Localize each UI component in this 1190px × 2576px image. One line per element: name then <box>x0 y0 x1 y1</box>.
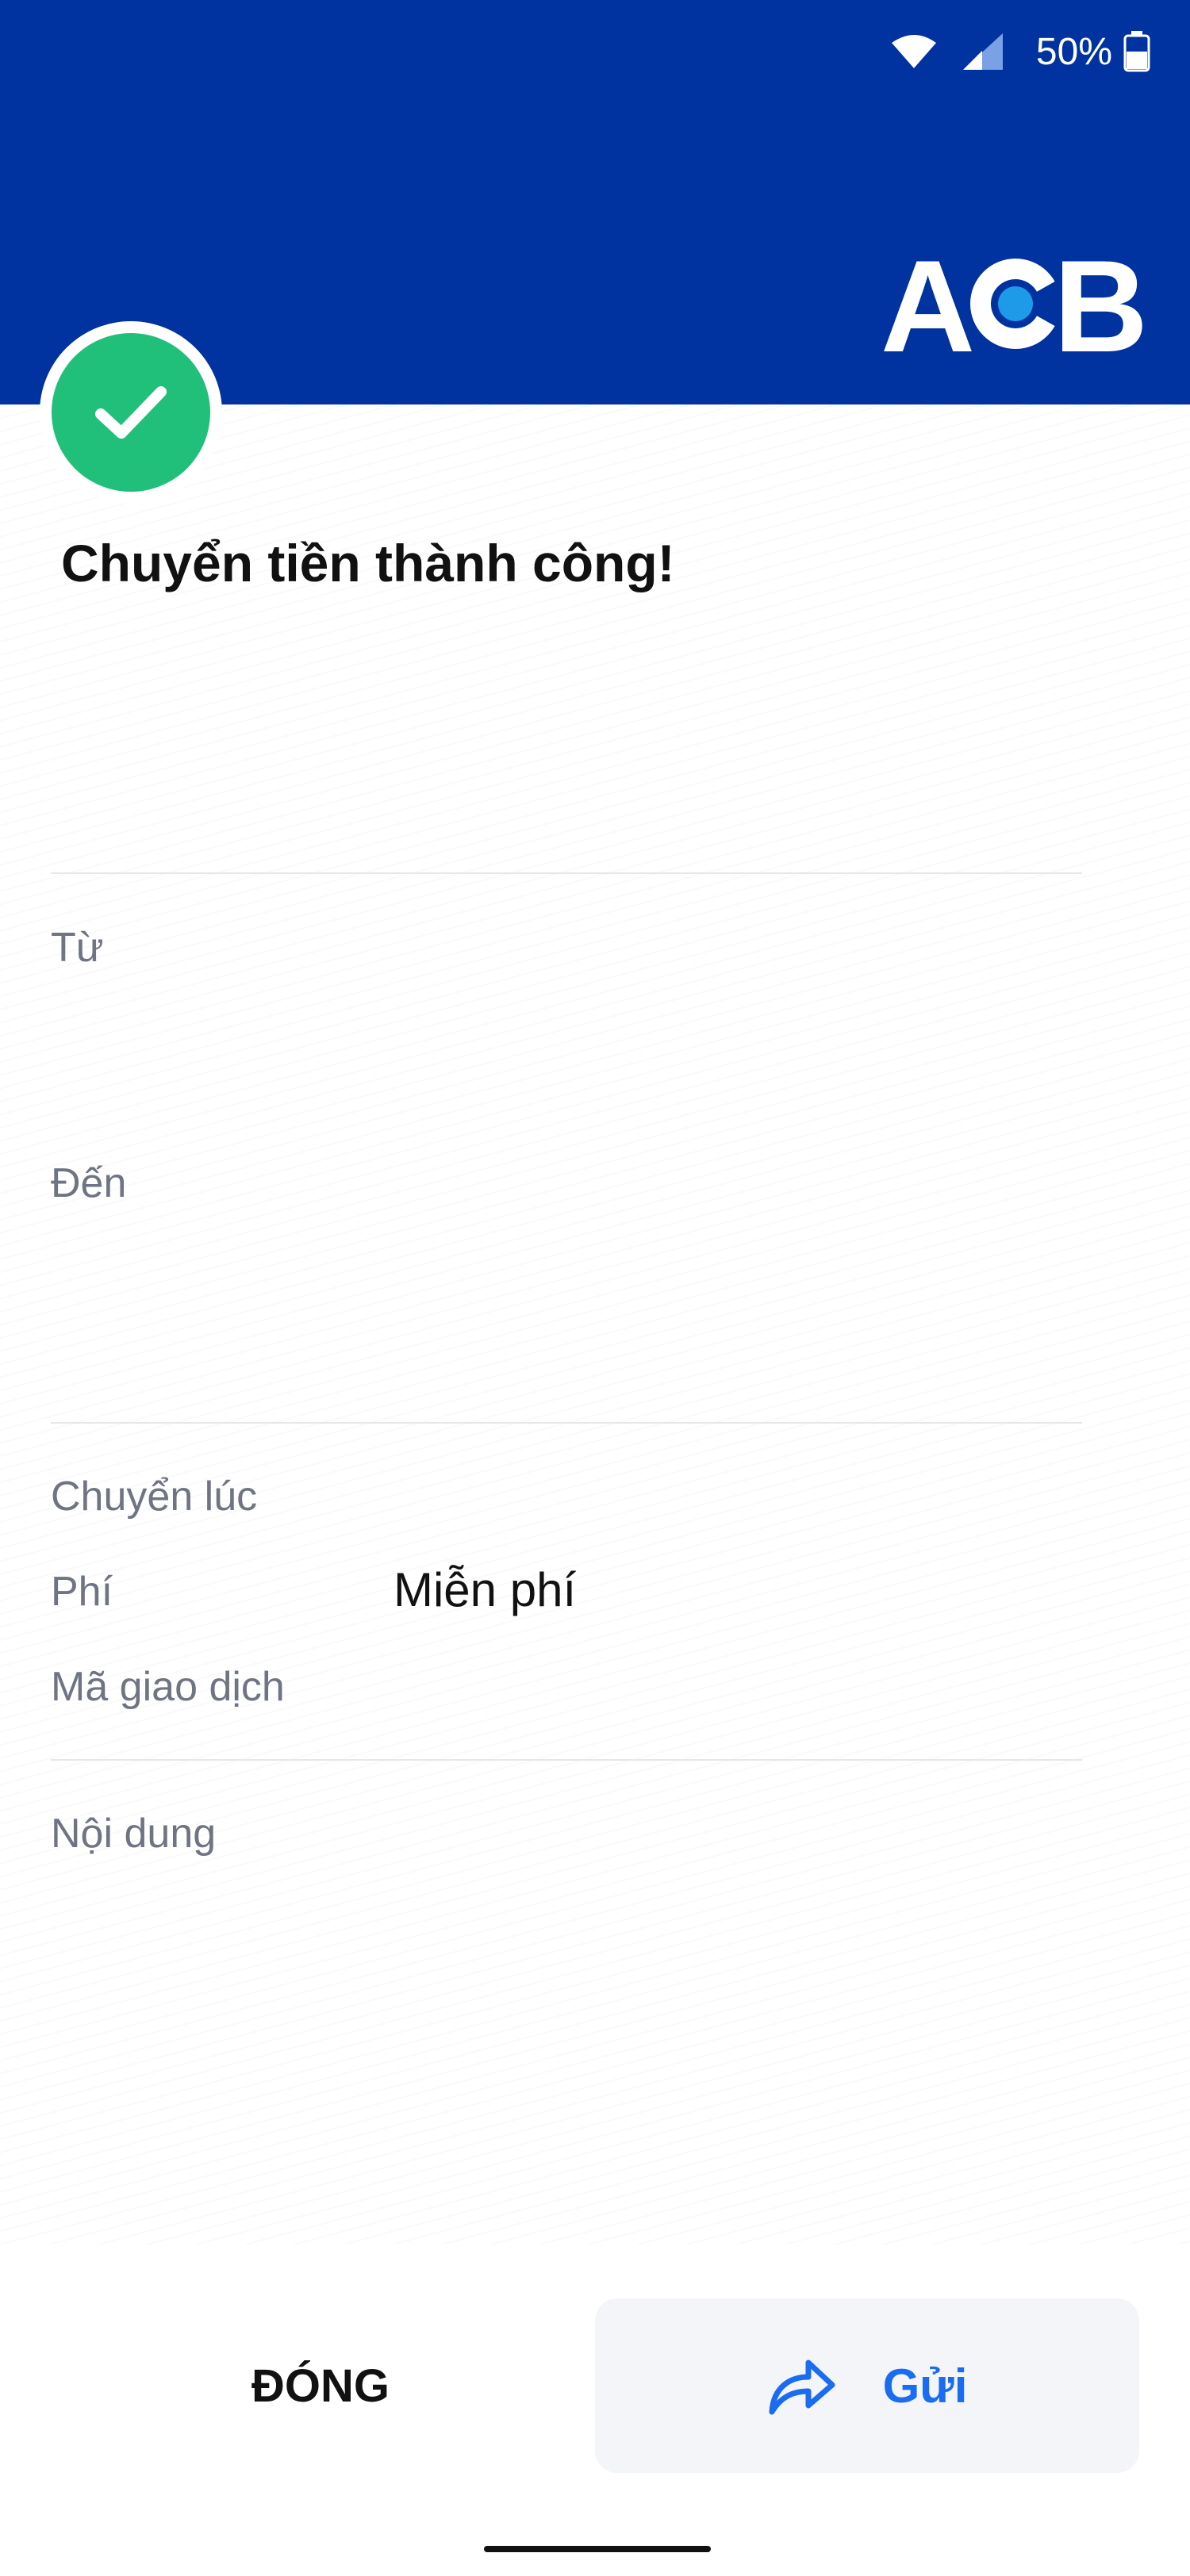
success-title: Chuyển tiền thành công! <box>61 534 675 592</box>
divider <box>51 872 1082 874</box>
time-label: Chuyển lúc <box>51 1474 258 1520</box>
content-label: Nội dung <box>51 1811 217 1857</box>
fee-value: Miễn phí <box>393 1563 577 1616</box>
checkmark-icon <box>95 386 167 439</box>
divider <box>51 1422 1082 1424</box>
divider <box>51 1759 1082 1761</box>
battery-percentage: 50% <box>1035 30 1112 73</box>
to-label: Đến <box>51 1160 127 1206</box>
svg-text:A: A <box>881 252 975 355</box>
close-button[interactable]: ĐÓNG <box>51 2298 590 2473</box>
send-button[interactable]: Gửi <box>595 2298 1139 2473</box>
acb-logo: A B <box>881 252 1142 355</box>
fee-label: Phí <box>51 1569 113 1615</box>
svg-text:B: B <box>1054 252 1142 355</box>
status-bar: 50% <box>866 24 1150 79</box>
home-indicator[interactable] <box>484 2546 711 2552</box>
share-arrow-icon <box>769 2359 835 2415</box>
wifi-icon <box>890 32 938 71</box>
signal-icon <box>962 32 1004 71</box>
success-badge <box>40 321 222 504</box>
transaction-id-label: Mã giao dịch <box>51 1664 285 1710</box>
send-button-label: Gửi <box>882 2359 968 2413</box>
from-label: Từ <box>51 925 104 971</box>
receipt-body <box>0 404 1190 2244</box>
battery-icon <box>1123 31 1150 72</box>
